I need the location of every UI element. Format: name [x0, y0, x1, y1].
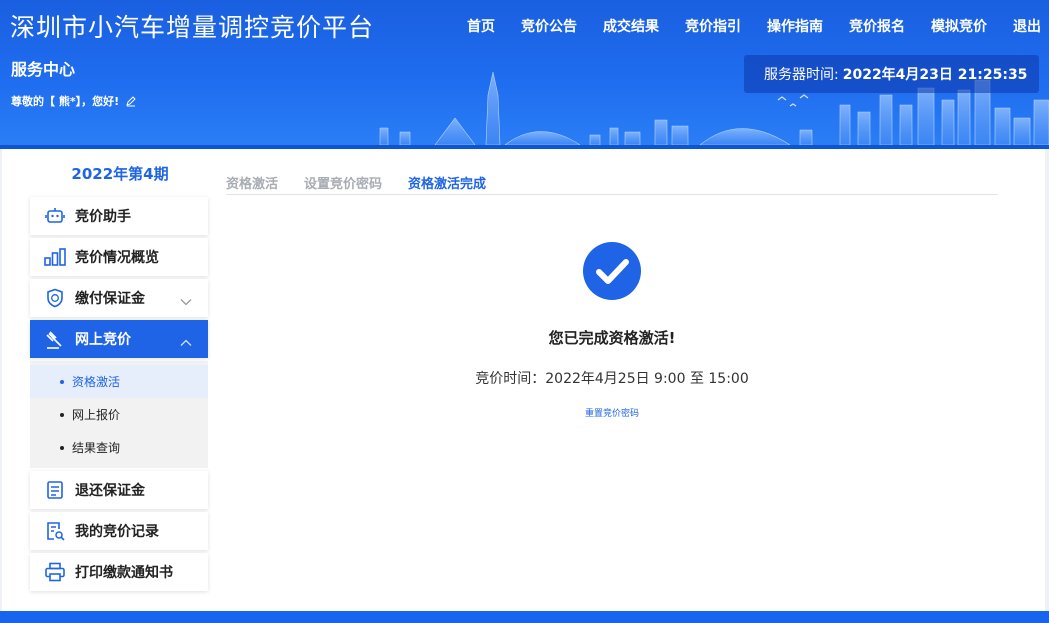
sidebar-item-label: 网上竞价: [75, 332, 131, 348]
bullet-dot: [60, 379, 64, 384]
sidebar-item-refund-deposit[interactable]: 退还保证金: [30, 471, 208, 509]
chevron-up-icon: [180, 332, 192, 351]
shield-icon: [44, 287, 66, 309]
bar-chart-icon: [44, 246, 66, 268]
success-message: 您已完成资格激活!: [548, 329, 676, 347]
chevron-down-icon: [180, 291, 192, 310]
server-time-value: 2022年4月23日 21:25:35: [842, 67, 1028, 83]
success-check-icon: [583, 242, 641, 300]
nav-home[interactable]: 首页: [454, 16, 508, 36]
step-set-bid-password: 设置竞价密码: [304, 177, 383, 192]
sidebar-item-bid-assistant[interactable]: 竞价助手: [30, 197, 208, 235]
step-qualification-activation: 资格激活: [226, 177, 279, 192]
gavel-icon: [44, 328, 66, 350]
user-greeting: 尊敬的【 熊*】，您好!: [11, 93, 137, 109]
sidebar-menu: 竞价助手 竞价情况概览 缴付保证金 网上竞价 资格激活 网上报价 结果查询 退还…: [30, 197, 210, 594]
sub-item-label: 网上报价: [72, 408, 121, 422]
bid-time-text: 竞价时间：2022年4月25日 9:00 至 15:00: [475, 371, 749, 387]
site-title: 深圳市小汽车增量调控竞价平台: [10, 13, 375, 42]
document-return-icon: [44, 479, 66, 501]
sidebar-item-label: 退还保证金: [75, 483, 145, 499]
sub-item-label: 资格激活: [72, 375, 121, 389]
nav-logout[interactable]: 退出: [1000, 16, 1041, 36]
sub-item-result-query[interactable]: 结果查询: [30, 431, 208, 464]
online-bidding-submenu: 资格激活 网上报价 结果查询: [30, 361, 208, 468]
nav-operation-guide[interactable]: 操作指南: [754, 16, 836, 36]
nav-bid-guide[interactable]: 竞价指引: [672, 16, 754, 36]
footer-bar: [0, 611, 1049, 623]
sub-item-label: 结果查询: [72, 441, 121, 455]
printer-icon: [44, 561, 66, 583]
step-activation-complete: 资格激活完成: [408, 177, 487, 192]
bullet-dot: [60, 412, 64, 417]
service-center-title: 服务中心: [11, 60, 76, 79]
sub-item-qualification-activation[interactable]: 资格激活: [30, 365, 208, 398]
sidebar-item-label: 竞价情况概览: [75, 250, 159, 266]
sidebar-item-print-payment-notice[interactable]: 打印缴款通知书: [30, 553, 208, 591]
reset-bid-password-link[interactable]: 重置竞价密码: [512, 406, 712, 419]
nav-bid-registration[interactable]: 竞价报名: [836, 16, 918, 36]
main-panel: 2022年第4期 竞价助手 竞价情况概览 缴付保证金 网上竞价 资格激活 网上报…: [2, 149, 1045, 611]
sidebar-item-label: 打印缴款通知书: [75, 565, 173, 581]
nav-mock-bidding[interactable]: 模拟竞价: [918, 16, 1000, 36]
record-search-icon: [44, 520, 66, 542]
sidebar-item-online-bidding[interactable]: 网上竞价: [30, 320, 208, 358]
robot-icon: [44, 205, 66, 227]
bullet-dot: [60, 445, 64, 450]
sidebar-item-bid-overview[interactable]: 竞价情况概览: [30, 238, 208, 276]
period-title: 2022年第4期: [71, 165, 169, 183]
sidebar-item-label: 缴付保证金: [75, 291, 145, 307]
top-nav: 首页 竞价公告 成交结果 竞价指引 操作指南 竞价报名 模拟竞价 退出: [454, 16, 1041, 36]
greeting-text: 尊敬的【 熊*】，您好!: [11, 95, 120, 108]
sidebar-item-label: 我的竞价记录: [75, 524, 159, 540]
server-time: 服务器时间: 2022年4月23日 21:25:35: [744, 55, 1039, 93]
sidebar-item-my-bid-records[interactable]: 我的竞价记录: [30, 512, 208, 550]
nav-deal-results[interactable]: 成交结果: [590, 16, 672, 36]
sub-item-online-quote[interactable]: 网上报价: [30, 398, 208, 431]
sidebar-item-pay-deposit[interactable]: 缴付保证金: [30, 279, 208, 317]
edit-icon[interactable]: [125, 95, 137, 107]
nav-bid-announcement[interactable]: 竞价公告: [508, 16, 590, 36]
activation-steps: 资格激活 设置竞价密码 资格激活完成: [226, 173, 998, 195]
server-time-label: 服务器时间:: [764, 67, 839, 83]
header: 深圳市小汽车增量调控竞价平台 首页 竞价公告 成交结果 竞价指引 操作指南 竞价…: [0, 0, 1049, 149]
sidebar-item-label: 竞价助手: [75, 209, 131, 225]
